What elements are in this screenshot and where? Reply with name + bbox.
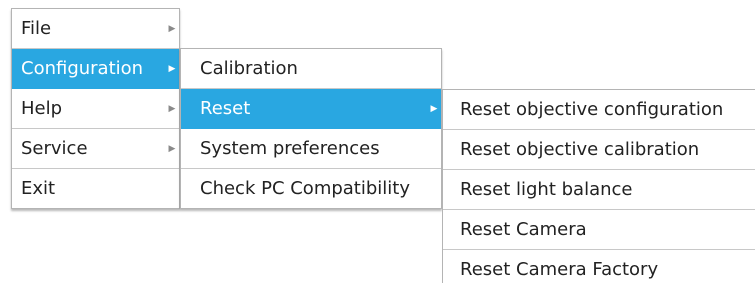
menu-item-reset[interactable]: Reset ▶	[181, 89, 441, 129]
menu-item-reset-objective-calibration[interactable]: Reset objective calibration	[443, 130, 755, 170]
menu-item-label: Help	[21, 98, 63, 119]
menu-item-label: Reset light balance	[460, 179, 633, 200]
menu-item-exit[interactable]: Exit	[12, 169, 179, 209]
menu-item-label: Check PC Compatibility	[200, 178, 411, 199]
menu-item-label: Reset Camera	[460, 219, 587, 240]
menu-item-system-preferences[interactable]: System preferences	[181, 129, 441, 169]
menu-item-service[interactable]: Service ▶	[12, 129, 179, 169]
submenu-arrow-icon: ▶	[168, 104, 176, 114]
menu-item-label: File	[21, 18, 52, 39]
menu-item-help[interactable]: Help ▶	[12, 89, 179, 129]
menu-item-label: Reset objective calibration	[460, 139, 700, 160]
menu-item-label: System preferences	[200, 138, 380, 159]
menu-item-label: Reset	[200, 98, 251, 119]
submenu-arrow-icon: ▶	[430, 104, 438, 114]
reset-submenu: Reset objective configuration Reset obje…	[442, 89, 755, 283]
menu-item-label: Configuration	[21, 58, 144, 79]
menu-item-label: Reset Camera Factory	[460, 259, 659, 280]
menu-item-calibration[interactable]: Calibration	[181, 49, 441, 89]
submenu-arrow-icon: ▶	[168, 144, 176, 154]
submenu-arrow-icon: ▶	[168, 64, 176, 74]
menu-item-check-pc-compatibility[interactable]: Check PC Compatibility	[181, 169, 441, 209]
menu-item-label: Service	[21, 138, 88, 159]
configuration-submenu: Calibration Reset ▶ System preferences C…	[180, 48, 442, 209]
menu-item-reset-light-balance[interactable]: Reset light balance	[443, 170, 755, 210]
menu-item-reset-camera[interactable]: Reset Camera	[443, 210, 755, 250]
menu-item-reset-objective-configuration[interactable]: Reset objective configuration	[443, 90, 755, 130]
submenu-arrow-icon: ▶	[168, 24, 176, 34]
main-menu: File ▶ Configuration ▶ Help ▶ Service ▶ …	[11, 8, 180, 209]
menu-item-label: Reset objective configuration	[460, 99, 724, 120]
menu-item-configuration[interactable]: Configuration ▶	[12, 49, 179, 89]
menu-item-label: Calibration	[200, 58, 298, 79]
menu-item-reset-camera-factory[interactable]: Reset Camera Factory	[443, 250, 755, 283]
menu-item-file[interactable]: File ▶	[12, 9, 179, 49]
menu-item-label: Exit	[21, 178, 56, 199]
